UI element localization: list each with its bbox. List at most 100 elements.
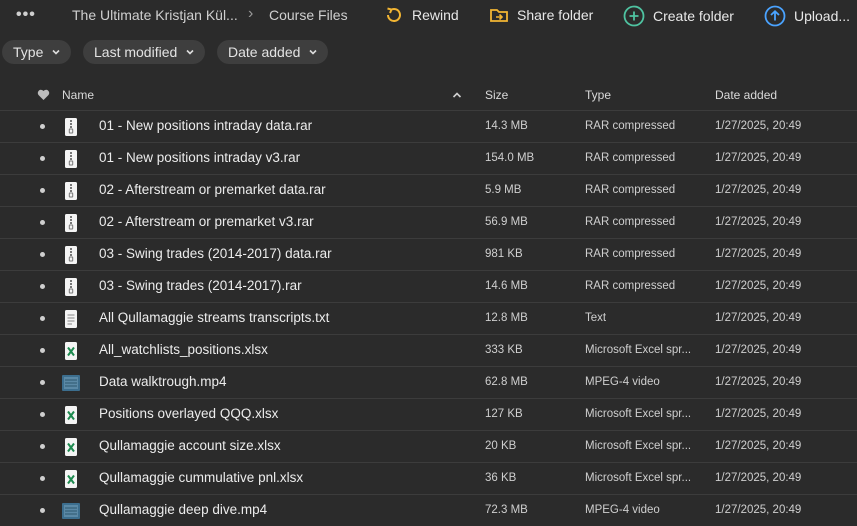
file-name[interactable]: Data walktrough.mp4	[99, 374, 227, 389]
file-size: 62.8 MB	[485, 376, 528, 388]
file-type: RAR compressed	[585, 216, 676, 228]
file-name[interactable]: 02 - Afterstream or premarket v3.rar	[99, 214, 314, 229]
file-name[interactable]: 02 - Afterstream or premarket data.rar	[99, 182, 326, 197]
file-name[interactable]: Qullamaggie cummulative pnl.xlsx	[99, 470, 303, 485]
file-row[interactable]: Data walktrough.mp4 62.8 MB MPEG-4 video 1/…	[0, 366, 857, 398]
create-folder-label: Create folder	[653, 8, 734, 24]
file-type: RAR compressed	[585, 248, 676, 260]
file-name[interactable]: All_watchlists_positions.xlsx	[99, 342, 268, 357]
archive-icon	[62, 181, 80, 201]
archive-icon	[62, 213, 80, 233]
file-list: 01 - New positions intraday data.rar 14.3…	[0, 110, 857, 526]
upload-icon	[764, 5, 786, 27]
file-row[interactable]: Qullamaggie account size.xlsx 20 KB Micros…	[0, 430, 857, 462]
heart-icon[interactable]	[37, 89, 50, 101]
create-folder-button[interactable]: Create folder	[623, 5, 734, 27]
file-date-added: 1/27/2025, 20:49	[715, 120, 802, 132]
file-size: 20 KB	[485, 440, 517, 452]
file-size: 154.0 MB	[485, 152, 535, 164]
row-bullet	[40, 380, 45, 385]
file-type: MPEG-4 video	[585, 504, 660, 516]
row-bullet	[40, 124, 45, 129]
file-date-added: 1/27/2025, 20:49	[715, 152, 802, 164]
file-name[interactable]: 01 - New positions intraday data.rar	[99, 118, 312, 133]
file-row[interactable]: 01 - New positions intraday v3.rar 154.0 …	[0, 142, 857, 174]
filter-last-modified[interactable]: Last modified	[83, 40, 206, 64]
row-bullet	[40, 284, 45, 289]
column-date-added[interactable]: Date added	[715, 88, 777, 102]
file-size: 72.3 MB	[485, 504, 528, 516]
filter-type[interactable]: Type	[2, 40, 72, 64]
excel-file-icon	[62, 341, 80, 361]
file-row[interactable]: 03 - Swing trades (2014-2017).rar 14.6 MB…	[0, 270, 857, 302]
file-type: RAR compressed	[585, 120, 676, 132]
sort-ascending-icon[interactable]	[452, 91, 462, 99]
file-size: 14.3 MB	[485, 120, 528, 132]
file-name[interactable]: 03 - Swing trades (2014-2017).rar	[99, 278, 302, 293]
more-dots-icon[interactable]: •••	[16, 7, 36, 23]
file-name[interactable]: Qullamaggie account size.xlsx	[99, 438, 281, 453]
filter-date-added[interactable]: Date added	[217, 40, 329, 64]
file-row[interactable]: 01 - New positions intraday data.rar 14.3…	[0, 110, 857, 142]
row-bullet	[40, 348, 45, 353]
upload-button[interactable]: Upload...	[764, 5, 850, 27]
file-row[interactable]: All_watchlists_positions.xlsx 333 KB Micro…	[0, 334, 857, 366]
file-size: 5.9 MB	[485, 184, 522, 196]
file-name[interactable]: Positions overlayed QQQ.xlsx	[99, 406, 278, 421]
file-size: 981 KB	[485, 248, 523, 260]
file-date-added: 1/27/2025, 20:49	[715, 344, 802, 356]
excel-file-icon	[62, 469, 80, 489]
file-type: MPEG-4 video	[585, 376, 660, 388]
share-folder-button[interactable]: Share folder	[489, 5, 593, 25]
file-row[interactable]: Positions overlayed QQQ.xlsx 127 KB Micros…	[0, 398, 857, 430]
file-type: Microsoft Excel spr...	[585, 440, 692, 452]
rewind-label: Rewind	[412, 7, 459, 23]
breadcrumb-current[interactable]: Course Files	[269, 7, 348, 23]
file-date-added: 1/27/2025, 20:49	[715, 216, 802, 228]
file-row[interactable]: 03 - Swing trades (2014-2017) data.rar 98…	[0, 238, 857, 270]
file-name[interactable]: 01 - New positions intraday v3.rar	[99, 150, 300, 165]
video-file-icon	[62, 373, 80, 393]
upload-label: Upload...	[794, 8, 851, 24]
file-name[interactable]: 03 - Swing trades (2014-2017) data.rar	[99, 246, 332, 261]
file-date-added: 1/27/2025, 20:49	[715, 408, 802, 420]
file-size: 333 KB	[485, 344, 523, 356]
filter-type-label: Type	[13, 44, 44, 60]
file-date-added: 1/27/2025, 20:49	[715, 312, 802, 324]
file-row[interactable]: Qullamaggie deep dive.mp4 72.3 MB MPEG-4 v…	[0, 494, 857, 526]
column-header: Name Size Type Date added	[0, 80, 857, 110]
excel-file-icon	[62, 437, 80, 457]
file-row[interactable]: All Qullamaggie streams transcripts.txt 1…	[0, 302, 857, 334]
row-bullet	[40, 220, 45, 225]
file-date-added: 1/27/2025, 20:49	[715, 504, 802, 516]
file-type: Text	[585, 312, 607, 324]
breadcrumb-root[interactable]: The Ultimate Kristjan Kül...	[72, 7, 238, 23]
file-type: RAR compressed	[585, 280, 676, 292]
file-size: 36 KB	[485, 472, 517, 484]
file-date-added: 1/27/2025, 20:49	[715, 280, 802, 292]
file-row[interactable]: Qullamaggie cummulative pnl.xlsx 36 KB Mic…	[0, 462, 857, 494]
rewind-button[interactable]: Rewind	[384, 5, 459, 25]
filter-bar: Type Last modified Date added	[0, 40, 857, 64]
share-folder-icon	[490, 9, 508, 22]
file-size: 12.8 MB	[485, 312, 528, 324]
file-type: RAR compressed	[585, 152, 676, 164]
filter-last-modified-label: Last modified	[94, 44, 178, 60]
file-row[interactable]: 02 - Afterstream or premarket data.rar 5.…	[0, 174, 857, 206]
rewind-icon	[387, 7, 401, 22]
file-type: Microsoft Excel spr...	[585, 408, 692, 420]
row-bullet	[40, 316, 45, 321]
file-name[interactable]: Qullamaggie deep dive.mp4	[99, 502, 267, 517]
archive-icon	[62, 149, 80, 169]
file-date-added: 1/27/2025, 20:49	[715, 440, 802, 452]
file-name[interactable]: All Qullamaggie streams transcripts.txt	[99, 310, 329, 325]
column-size[interactable]: Size	[485, 88, 508, 102]
column-type[interactable]: Type	[585, 88, 611, 102]
file-date-added: 1/27/2025, 20:49	[715, 472, 802, 484]
file-type: RAR compressed	[585, 184, 676, 196]
row-bullet	[40, 508, 45, 513]
column-name[interactable]: Name	[62, 88, 94, 102]
file-row[interactable]: 02 - Afterstream or premarket v3.rar 56.9…	[0, 206, 857, 238]
text-file-icon	[62, 309, 80, 329]
row-bullet	[40, 156, 45, 161]
